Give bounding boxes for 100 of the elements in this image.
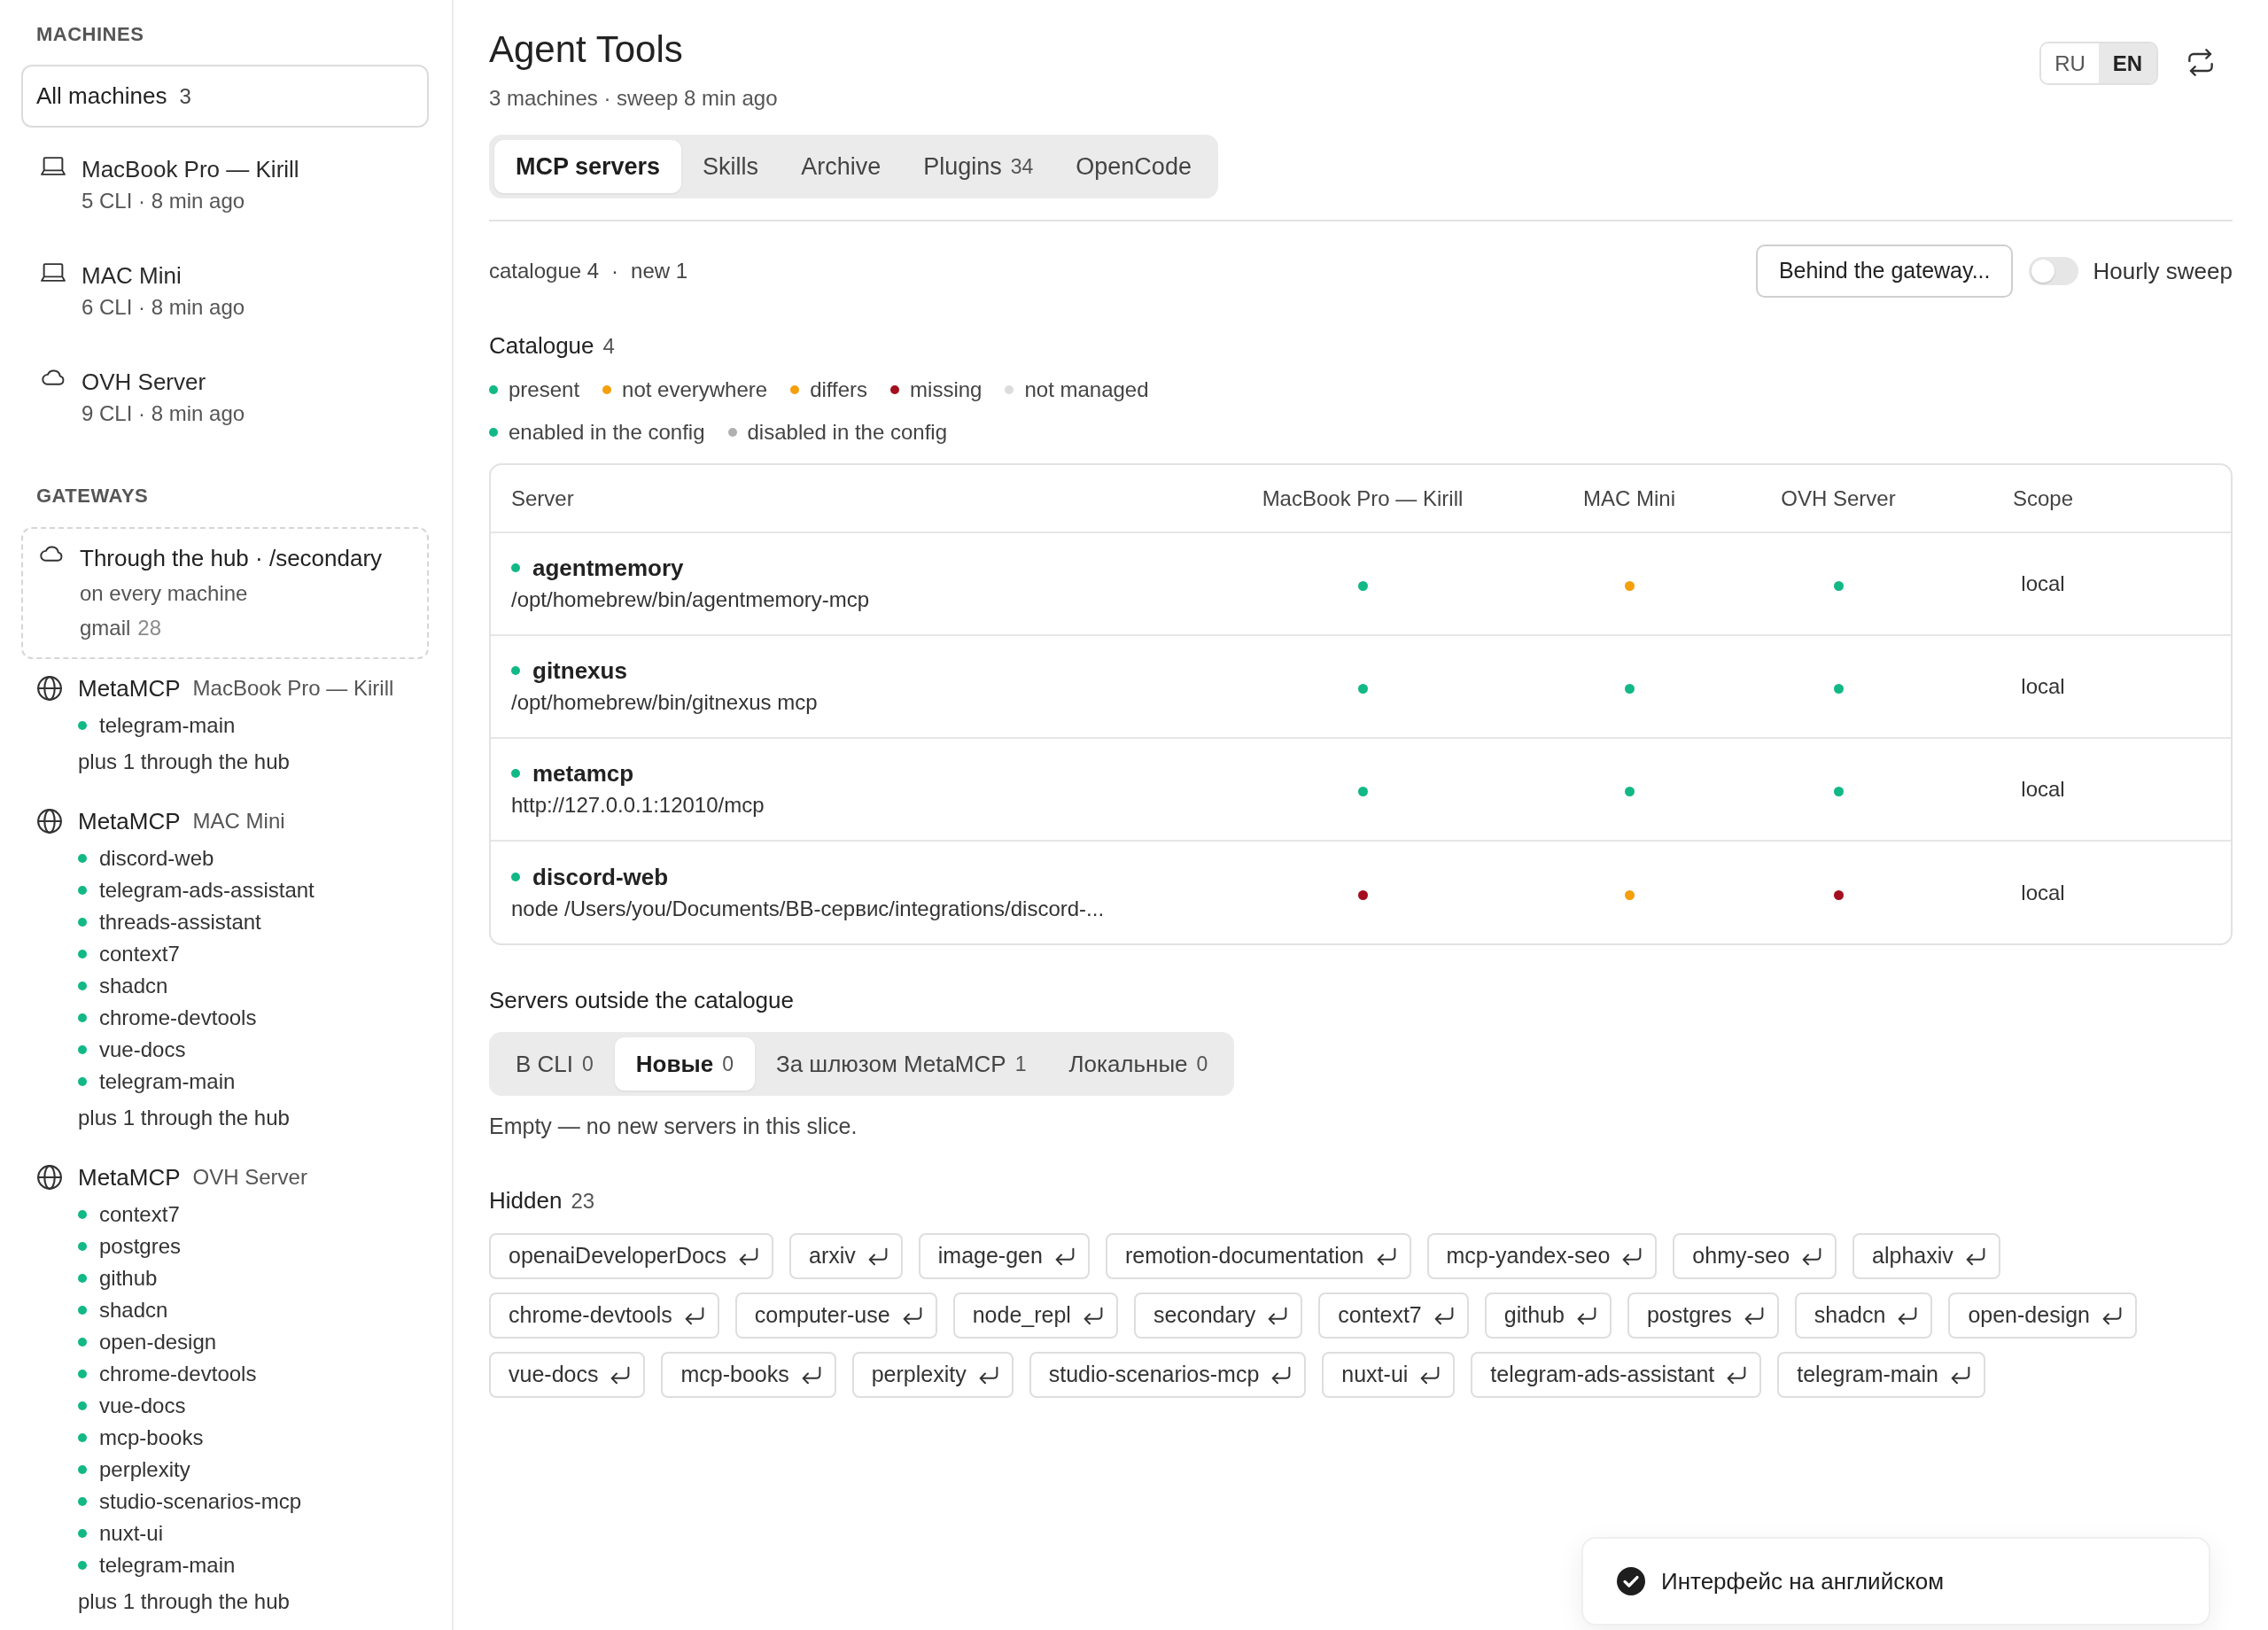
hidden-server-chip[interactable]: studio-scenarios-mcp (1029, 1352, 1307, 1398)
machine-name: MAC Mini (192, 808, 285, 834)
hidden-server-chip[interactable]: ohmy-seo (1673, 1233, 1837, 1279)
section-heading: GATEWAYS (35, 484, 150, 508)
server-name: studio-scenarios-mcp (99, 1488, 302, 1515)
server-name: gmail (80, 616, 131, 640)
server-name: chrome-devtools (99, 1361, 257, 1387)
gateway-button[interactable]: Behind the gateway... (1755, 244, 2014, 298)
server-name: telegram-main (99, 1068, 236, 1095)
tab[interactable]: MCP servers (494, 140, 682, 193)
legend-label: missing (910, 376, 983, 403)
hidden-server-chip[interactable]: remotion-documentation (1105, 1233, 1411, 1279)
server-name: perplexity (99, 1456, 190, 1483)
server-name: postgres (99, 1233, 182, 1260)
server-name: vue-docs (99, 1036, 186, 1063)
hidden-server-chip[interactable]: vue-docs (489, 1352, 646, 1398)
laptop-icon (41, 263, 66, 282)
segment-tab[interactable]: В CLI 0 (494, 1037, 615, 1091)
return-arrow-icon (1727, 1365, 1747, 1385)
toggle-switch[interactable] (2029, 257, 2079, 285)
hidden-server-chip[interactable]: telegram-ads-assistant (1471, 1352, 1762, 1398)
tab[interactable]: OpenCode (1054, 140, 1213, 193)
hidden-server-chip[interactable]: mcp-yandex-seo (1426, 1233, 1658, 1279)
server-name: threads-assistant (99, 909, 261, 935)
legend-label: enabled in the config (509, 419, 705, 446)
server-command: http://127.0.0.1:12010/mcp (511, 792, 765, 819)
server-name: context7 (99, 1201, 180, 1228)
return-arrow-icon (1083, 1306, 1103, 1325)
server-name: vue-docs (99, 1393, 186, 1419)
table-cell: local (1943, 532, 2143, 635)
hidden-server-chip[interactable]: telegram-main (1777, 1352, 1986, 1398)
server-name: telegram-main (99, 712, 236, 739)
hidden-server-chip[interactable]: computer-use (734, 1292, 937, 1339)
cloud-icon (41, 369, 66, 385)
machine-item[interactable]: MAC Mini 6 CLI · 8 min ago (21, 238, 429, 345)
hidden-server-chip[interactable]: image-gen (918, 1233, 1090, 1279)
machine-item[interactable]: OVH Server 9 CLI · 8 min ago (21, 345, 429, 451)
language-option[interactable]: EN (2099, 43, 2156, 83)
gateway-name: MetaMCP (78, 807, 181, 836)
hidden-server-chip[interactable]: arxiv (789, 1233, 903, 1279)
hidden-server-chip[interactable]: secondary (1133, 1292, 1303, 1339)
return-arrow-icon (1622, 1246, 1643, 1266)
server-command: /opt/homebrew/bin/agentmemory-mcp (511, 586, 871, 613)
machine-item[interactable]: MacBook Pro — Kirill 5 CLI · 8 min ago (21, 132, 429, 238)
server-command: node /Users/you/Documents/BB-сервис/integrations/discord-... (511, 895, 1106, 922)
hidden-server-chip[interactable]: openaiDeveloperDocs (489, 1233, 773, 1279)
server-count: 28 (137, 616, 162, 640)
section-heading: Catalogue 4 (489, 331, 616, 361)
hidden-server-chip[interactable]: mcp-books (661, 1352, 836, 1398)
table-cell: local (1943, 738, 2143, 841)
return-arrow-icon (684, 1306, 704, 1325)
section-heading: MACHINES (35, 22, 145, 47)
hidden-server-chip[interactable]: postgres (1627, 1292, 1779, 1339)
hidden-server-chip[interactable]: context7 (1318, 1292, 1469, 1339)
server-name: discord-web (532, 862, 669, 892)
return-arrow-icon (1744, 1306, 1764, 1325)
hidden-server-chip[interactable]: chrome-devtools (489, 1292, 719, 1339)
hidden-server-chip[interactable]: nuxt-ui (1322, 1352, 1456, 1398)
laptop-icon (41, 157, 66, 175)
return-arrow-icon (1576, 1306, 1596, 1325)
page-title: Agent Tools (489, 27, 684, 72)
hidden-server-chip[interactable]: open-design (1948, 1292, 2138, 1339)
globe-icon (37, 1165, 62, 1190)
summary-text: catalogue 4 · new 1 (489, 258, 689, 284)
server-name: telegram-main (99, 1552, 236, 1579)
server-name: context7 (99, 941, 180, 967)
empty-message: Empty — no new servers in this slice. (489, 1113, 858, 1140)
refresh-icon[interactable] (2187, 49, 2214, 76)
gateway-name: MetaMCP (78, 1163, 181, 1192)
cloud-icon (39, 546, 64, 562)
tab[interactable]: Plugins 34 (902, 140, 1055, 193)
hidden-server-chip[interactable]: perplexity (851, 1352, 1014, 1398)
return-arrow-icon (739, 1246, 758, 1266)
section-heading: Servers outside the catalogue (489, 986, 795, 1015)
server-name: discord-web (99, 845, 214, 872)
server-name: shadcn (99, 1297, 168, 1323)
globe-icon (37, 676, 62, 701)
server-name: gitnexus (532, 656, 627, 686)
hidden-server-chip[interactable]: github (1484, 1292, 1612, 1339)
all-machines-item[interactable]: All machines 3 (21, 65, 429, 128)
tab[interactable]: Skills (681, 140, 781, 193)
section-heading: Hidden 23 (489, 1186, 596, 1215)
server-command: /opt/homebrew/bin/gitnexus mcp (511, 689, 819, 716)
gateway-note: plus 1 through the hub (77, 1588, 291, 1615)
segment-tab[interactable]: За шлюзом MetaMCP 1 (754, 1037, 1048, 1091)
hidden-server-chip[interactable]: alphaxiv (1852, 1233, 2000, 1279)
tab[interactable]: Archive (780, 140, 903, 193)
server-name: github (99, 1265, 158, 1292)
hidden-server-chip[interactable]: node_repl (952, 1292, 1118, 1339)
return-arrow-icon (1376, 1246, 1396, 1266)
return-arrow-icon (610, 1365, 631, 1385)
hidden-server-chip[interactable]: shadcn (1794, 1292, 1933, 1339)
segment-tab[interactable]: Локальные 0 (1047, 1037, 1230, 1091)
legend-label: not managed (1024, 376, 1149, 403)
toast-message: Интерфейс на английском (1661, 1566, 1945, 1596)
server-name: agentmemory (532, 554, 684, 583)
return-arrow-icon (867, 1246, 888, 1266)
legend-label: disabled in the config (747, 419, 947, 446)
return-arrow-icon (1951, 1365, 1971, 1385)
segment-tab[interactable]: Новые 0 (614, 1037, 755, 1091)
